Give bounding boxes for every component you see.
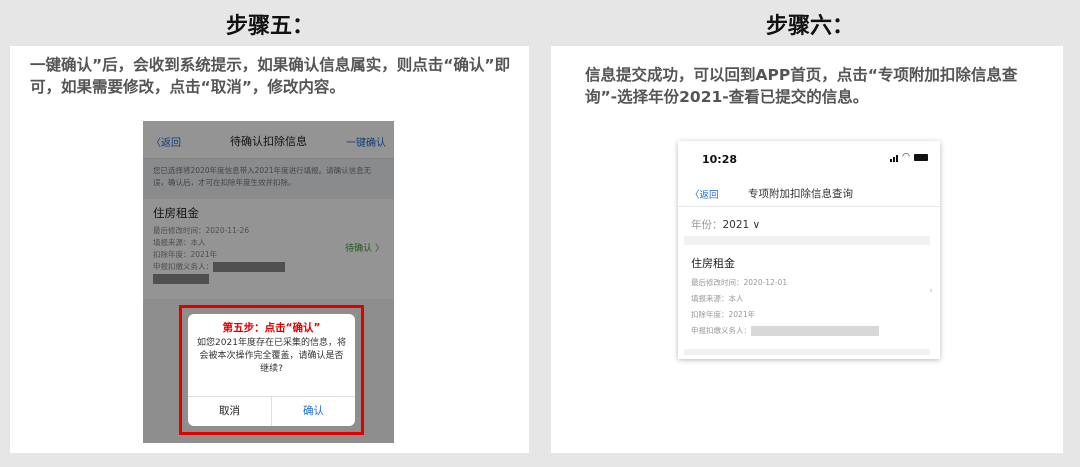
withholder-row: 申报扣缴义务人：	[691, 325, 879, 336]
step5-description: 一键确认”后，会收到系统提示，如果确认信息属实，则点击“确认”即可，如果需要修改…	[30, 56, 511, 96]
step5-title: 步骤五：	[225, 14, 314, 39]
step5-phone-screenshot: 待确认扣除信息 〈返回 一键确认 您已选择将2020年度信息带入2021年度进行…	[143, 121, 394, 443]
fill-source: 填报来源：本人	[691, 294, 744, 303]
dialog-step-label: 第五步：点击“确认”	[222, 322, 321, 334]
deduction-year: 扣除年度：2021年	[691, 310, 756, 319]
year-label: 年份：	[691, 219, 723, 231]
step5-panel: 一键确认”后，会收到系统提示，如果确认信息属实，则点击“确认”即可，如果需要修改…	[10, 46, 529, 453]
wifi-icon: ◠	[902, 152, 910, 162]
modified-time: 最后修改时间：2020-12-01	[691, 278, 788, 287]
year-selector[interactable]: 年份：2021 ∨	[691, 217, 760, 232]
chevron-right-icon[interactable]: ›	[929, 286, 933, 296]
status-time: 10:28	[702, 153, 738, 166]
signal-icon	[890, 155, 899, 162]
battery-icon	[914, 154, 928, 161]
confirm-dialog: 第五步：点击“确认” 如您2021年度存在已采集的信息，将会被本次操作完全覆盖，…	[188, 314, 355, 426]
redacted-bar	[751, 326, 879, 336]
nav-title: 专项附加扣除信息查询	[748, 188, 853, 200]
step6-title: 步骤六：	[765, 14, 854, 39]
year-value: 2021 ∨	[722, 219, 761, 231]
dialog-message: 如您2021年度存在已采集的信息，将会被本次操作完全覆盖，请确认是否继续?	[197, 338, 346, 374]
step6-panel: 信息提交成功，可以回到APP首页，点击“专项附加扣除信息查询”-选择年份2021…	[551, 46, 1063, 453]
section-divider	[684, 349, 930, 355]
section-divider	[684, 236, 930, 245]
status-icons: ◠	[890, 152, 928, 162]
divider	[678, 206, 940, 207]
confirm-button[interactable]: 确认	[272, 397, 355, 426]
highlight-frame: 第五步：点击“确认” 如您2021年度存在已采集的信息，将会被本次操作完全覆盖，…	[179, 305, 364, 435]
withholder-label: 申报扣缴义务人：	[691, 326, 751, 335]
cancel-button[interactable]: 取消	[188, 397, 272, 426]
card-title: 住房租金	[691, 257, 735, 270]
back-button[interactable]: 〈返回	[690, 187, 719, 201]
step6-description: 信息提交成功，可以回到APP首页，点击“专项附加扣除信息查询”-选择年份2021…	[585, 66, 1018, 106]
dialog-buttons: 取消 确认	[188, 396, 355, 426]
step6-phone-screenshot: 10:28 ◠ 〈返回 专项附加扣除信息查询 年份：2021 ∨ 住房租金 最后…	[678, 141, 940, 359]
